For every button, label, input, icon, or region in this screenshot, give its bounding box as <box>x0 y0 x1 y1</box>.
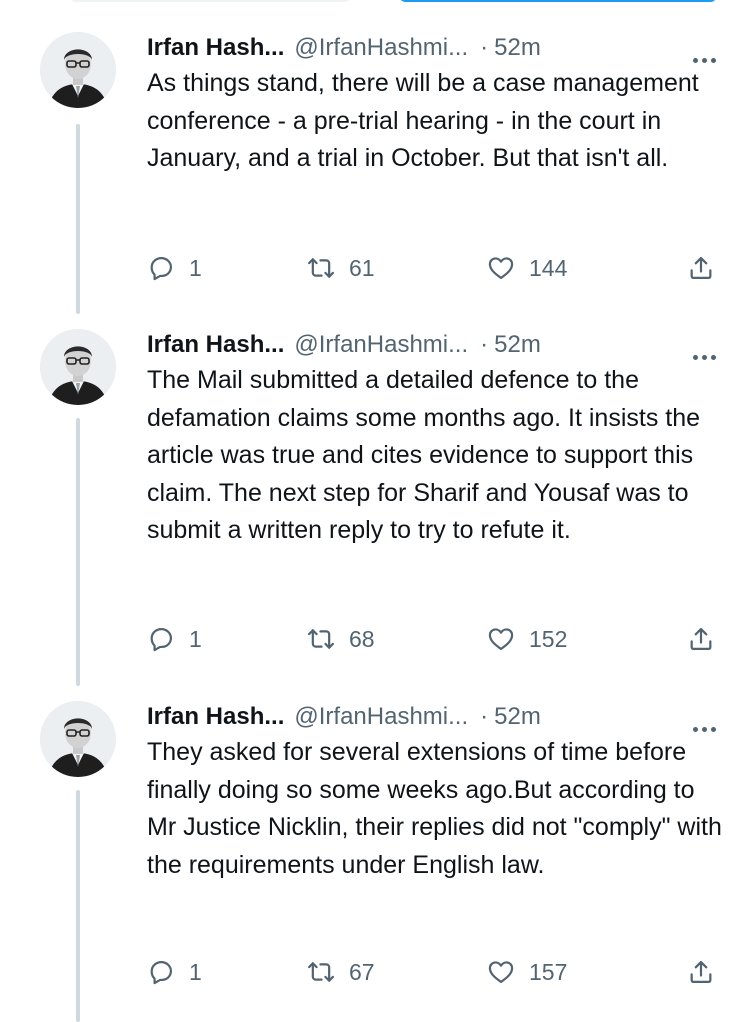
avatar-image <box>40 32 116 108</box>
like-button[interactable]: 152 <box>487 619 567 659</box>
share-button[interactable] <box>687 619 715 659</box>
like-count: 157 <box>529 958 568 985</box>
author-handle[interactable]: @IrfanHashmi... <box>294 703 468 730</box>
share-icon <box>690 256 712 280</box>
like-button[interactable]: 144 <box>487 248 567 288</box>
heart-icon <box>488 257 514 280</box>
tweet-text: As things stand, there will be a case ma… <box>147 69 699 172</box>
tweet-actions: 1 67 157 <box>147 952 717 992</box>
retweet-count: 61 <box>349 254 375 281</box>
reply-button[interactable]: 1 <box>147 619 202 659</box>
like-count: 152 <box>529 625 568 652</box>
reply-count: 1 <box>189 625 202 652</box>
more-icon[interactable] <box>691 333 727 360</box>
author-name[interactable]: Irfan Hash... <box>147 34 284 61</box>
separator: · <box>480 34 489 61</box>
separator: · <box>480 331 489 358</box>
separator: · <box>480 703 489 730</box>
retweet-icon <box>307 258 335 278</box>
reply-icon <box>150 627 173 652</box>
top-primary-button-partial[interactable] <box>400 0 716 2</box>
avatar[interactable] <box>40 32 116 108</box>
more-icon[interactable] <box>691 36 727 63</box>
avatar[interactable] <box>40 701 116 777</box>
tweet-actions: 1 61 144 <box>147 248 717 288</box>
tweet-header: Irfan Hash... @IrfanHashmi... · 52m <box>147 325 727 365</box>
reply-icon <box>150 256 173 281</box>
tweet-text: The Mail submitted a detailed defence to… <box>147 366 701 544</box>
reply-icon <box>150 960 173 985</box>
reply-count: 1 <box>189 254 202 281</box>
retweet-button[interactable]: 61 <box>307 248 375 288</box>
tweet-text: They asked for several extensions of tim… <box>147 738 722 879</box>
timestamp[interactable]: 52m <box>494 34 541 61</box>
thread-line <box>76 790 80 1022</box>
tweet-header: Irfan Hash... @IrfanHashmi... · 52m <box>147 697 727 737</box>
avatar-image <box>40 329 116 405</box>
share-button[interactable] <box>687 952 715 992</box>
tweet-actions: 1 68 152 <box>147 619 717 659</box>
retweet-count: 68 <box>349 625 375 652</box>
author-handle[interactable]: @IrfanHashmi... <box>294 34 468 61</box>
tweet-header: Irfan Hash... @IrfanHashmi... · 52m <box>147 28 727 68</box>
author-name[interactable]: Irfan Hash... <box>147 331 284 358</box>
retweet-button[interactable]: 67 <box>307 952 375 992</box>
share-icon <box>690 960 712 984</box>
timestamp[interactable]: 52m <box>494 703 541 730</box>
retweet-icon <box>307 962 335 982</box>
reply-count: 1 <box>189 958 202 985</box>
more-icon[interactable] <box>691 705 727 732</box>
like-button[interactable]: 157 <box>487 952 567 992</box>
heart-icon <box>488 628 514 651</box>
share-button[interactable] <box>687 248 715 288</box>
reply-button[interactable]: 1 <box>147 248 202 288</box>
author-name[interactable]: Irfan Hash... <box>147 703 284 730</box>
heart-icon <box>488 961 514 984</box>
retweet-count: 67 <box>349 958 375 985</box>
retweet-button[interactable]: 68 <box>307 619 375 659</box>
reply-button[interactable]: 1 <box>147 952 202 992</box>
thread-line <box>76 124 80 314</box>
thread-line <box>76 418 80 686</box>
author-handle[interactable]: @IrfanHashmi... <box>294 331 468 358</box>
like-count: 144 <box>529 254 568 281</box>
avatar-image <box>40 701 116 777</box>
timestamp[interactable]: 52m <box>494 331 541 358</box>
avatar[interactable] <box>40 329 116 405</box>
share-icon <box>690 627 712 651</box>
top-button-partial[interactable] <box>70 0 350 2</box>
retweet-icon <box>307 629 335 649</box>
